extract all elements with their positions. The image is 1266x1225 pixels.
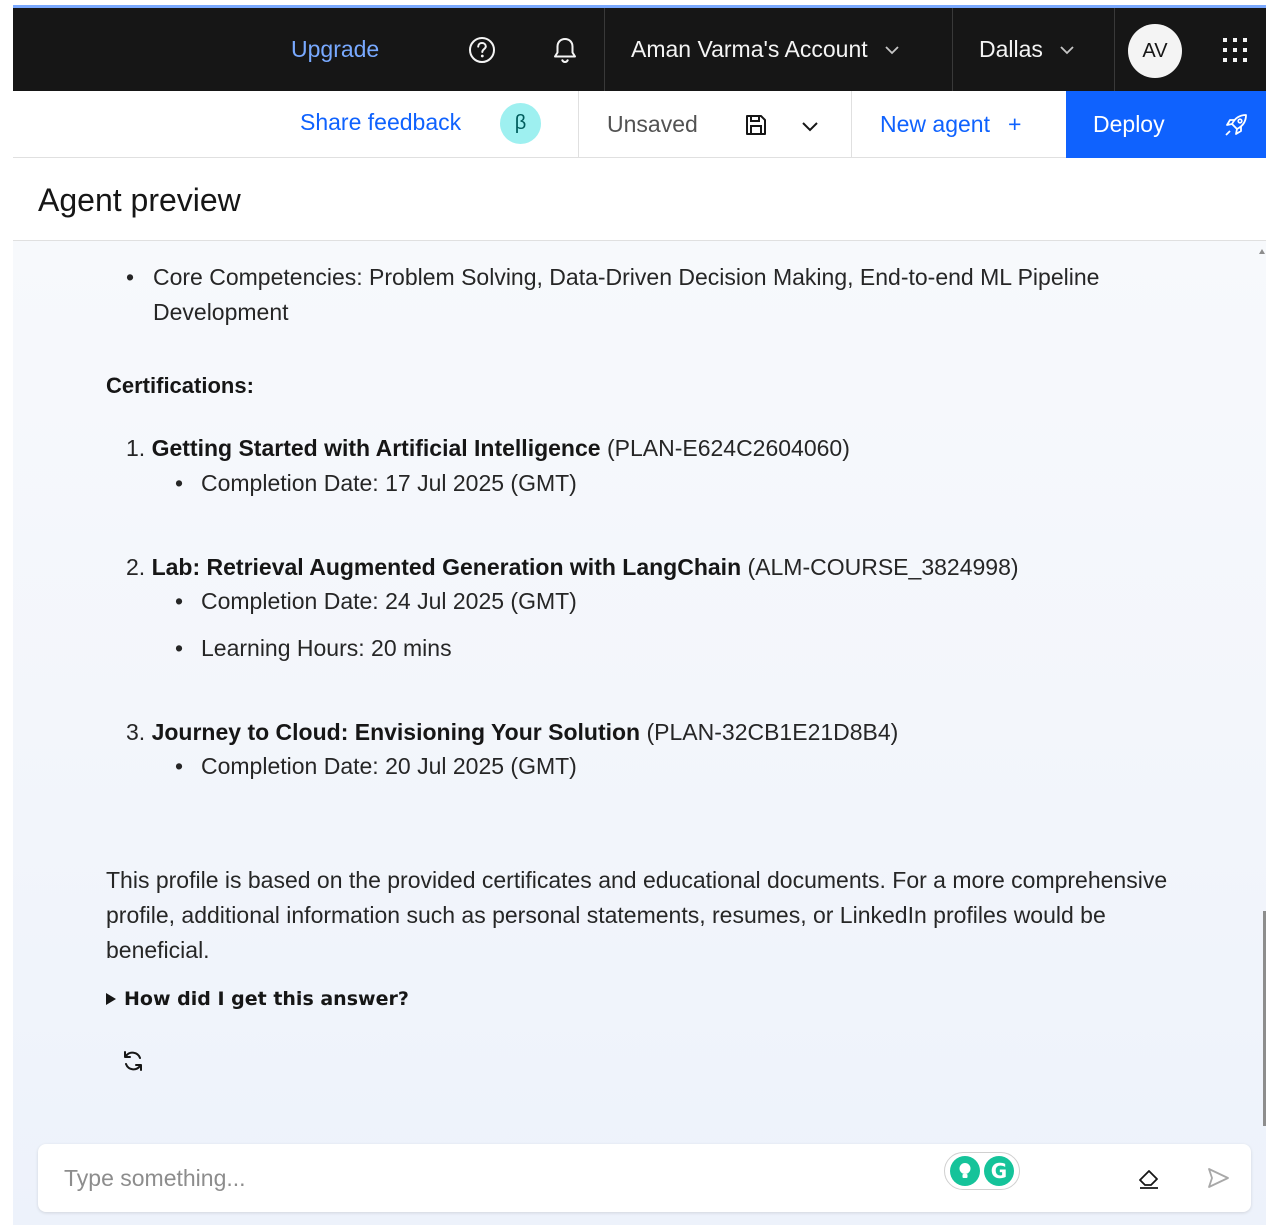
cert-title: Lab: Retrieval Augmented Generation with… (151, 554, 742, 580)
explain-answer-toggle[interactable]: How did I get this answer? (106, 988, 409, 1010)
cert-detail: Learning Hours: 20 mins (175, 631, 452, 666)
chevron-down-icon (885, 45, 899, 54)
cert-code: (PLAN-32CB1E21D8B4) (646, 719, 899, 745)
certification-item: 3. Journey to Cloud: Envisioning Your So… (126, 715, 898, 750)
cert-code: (PLAN-E624C2604060) (606, 435, 850, 461)
header-divider (952, 8, 953, 91)
chat-panel[interactable]: Core Competencies: Problem Solving, Data… (13, 241, 1266, 1225)
region-switcher[interactable]: Dallas (979, 8, 1077, 91)
summary-paragraph: This profile is based on the provided ce… (106, 867, 1168, 963)
scroll-up-arrow-icon[interactable] (1259, 249, 1265, 254)
cert-title: Journey to Cloud: Envisioning Your Solut… (151, 719, 641, 745)
plus-icon: + (1007, 111, 1022, 137)
cert-code: (ALM-COURSE_3824998) (747, 554, 1019, 580)
cert-number: 3. (126, 719, 146, 745)
chevron-down-icon (1060, 45, 1074, 54)
page-title: Agent preview (38, 182, 241, 218)
app-switcher-icon[interactable] (1220, 35, 1250, 65)
cert-detail: Completion Date: 24 Jul 2025 (GMT) (175, 584, 577, 619)
region-name: Dallas (979, 36, 1043, 62)
header-divider (1114, 8, 1115, 91)
eraser-icon[interactable] (1136, 1165, 1162, 1191)
deploy-label: Deploy (1093, 111, 1165, 137)
cert-number: 2. (126, 554, 146, 580)
new-agent-label: New agent (880, 111, 990, 137)
window-left-edge (0, 0, 13, 1225)
save-status: Unsaved (607, 111, 698, 137)
send-icon[interactable] (1205, 1165, 1231, 1191)
competencies-item: Core Competencies: Problem Solving, Data… (106, 260, 1186, 330)
title-bar: Agent preview (13, 158, 1266, 241)
grammarly-icon[interactable]: G (984, 1156, 1014, 1186)
notification-icon[interactable] (548, 33, 582, 67)
explain-answer-label: How did I get this answer? (124, 988, 409, 1010)
message-composer: G (38, 1144, 1251, 1212)
beta-badge: β (500, 103, 541, 144)
cert-number: 1. (126, 435, 146, 461)
regenerate-icon[interactable] (119, 1047, 147, 1075)
new-agent-button[interactable]: New agent + (880, 111, 1021, 138)
agent-message: Core Competencies: Problem Solving, Data… (106, 260, 1186, 330)
save-options-chevron-icon[interactable] (799, 115, 821, 137)
lightbulb-icon[interactable] (950, 1156, 980, 1186)
deploy-button[interactable]: Deploy (1066, 91, 1266, 158)
toolbar-divider (851, 91, 852, 158)
help-icon[interactable] (465, 33, 499, 67)
certifications-heading: Certifications: (106, 373, 254, 398)
grammarly-widget[interactable]: G (944, 1152, 1020, 1190)
cert-title: Getting Started with Artificial Intellig… (151, 435, 601, 461)
agent-toolbar: Share feedback β Unsaved New agent + Dep… (13, 91, 1266, 158)
account-switcher[interactable]: Aman Varma's Account (631, 8, 902, 91)
cert-detail: Completion Date: 20 Jul 2025 (GMT) (175, 749, 577, 784)
message-input[interactable] (64, 1160, 924, 1196)
user-avatar[interactable]: AV (1128, 24, 1182, 78)
rocket-icon (1225, 114, 1247, 136)
top-header: Upgrade Aman Varma's Account Dallas AV (13, 8, 1266, 91)
account-name: Aman Varma's Account (631, 36, 868, 62)
save-icon[interactable] (743, 112, 769, 138)
certification-item: 2. Lab: Retrieval Augmented Generation w… (126, 550, 1019, 585)
header-divider (604, 8, 605, 91)
cert-detail: Completion Date: 17 Jul 2025 (GMT) (175, 466, 577, 501)
certification-item: 1. Getting Started with Artificial Intel… (126, 431, 850, 466)
share-feedback-link[interactable]: Share feedback (300, 109, 461, 136)
disclosure-triangle-icon (106, 993, 116, 1005)
toolbar-divider (578, 91, 579, 158)
upgrade-link[interactable]: Upgrade (291, 8, 379, 91)
